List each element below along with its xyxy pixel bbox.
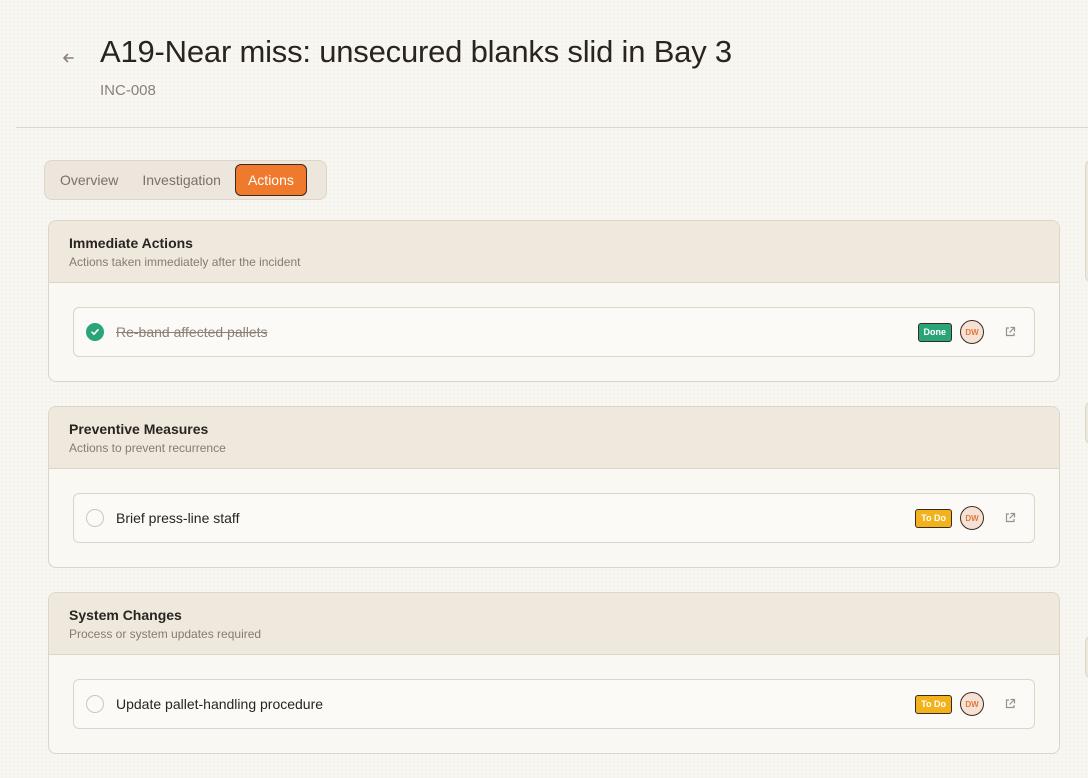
tab-bar: Overview Investigation Actions: [44, 160, 327, 200]
completion-checkbox[interactable]: [86, 509, 104, 527]
section-header: Preventive Measures Actions to prevent r…: [49, 407, 1059, 469]
action-label: Update pallet-handling procedure: [116, 696, 324, 712]
section-description: Process or system updates required: [69, 627, 262, 641]
action-item[interactable]: Re-band affected pallets Done DW: [73, 307, 1035, 357]
completion-checkbox[interactable]: [86, 695, 104, 713]
page-header: A19-Near miss: unsecured blanks slid in …: [16, 0, 1088, 128]
section-header: System Changes Process or system updates…: [49, 593, 1059, 655]
external-link-icon: [1005, 326, 1016, 337]
action-label: Re-band affected pallets: [116, 324, 268, 340]
section-header: Immediate Actions Actions taken immediat…: [49, 221, 1059, 283]
external-link-icon: [1005, 698, 1016, 709]
section-title: Preventive Measures: [69, 421, 209, 437]
status-badge[interactable]: To Do: [915, 694, 952, 714]
status-badge[interactable]: To Do: [915, 508, 952, 528]
completion-checkbox[interactable]: [86, 323, 104, 341]
section-description: Actions taken immediately after the inci…: [69, 255, 301, 269]
assignee-avatar[interactable]: DW: [960, 692, 984, 716]
arrow-left-icon: [63, 53, 74, 63]
section-title: System Changes: [69, 607, 182, 623]
assignee-avatar[interactable]: DW: [960, 320, 984, 344]
back-button[interactable]: [56, 46, 80, 70]
status-badge[interactable]: Done: [917, 322, 952, 342]
section-system-changes: System Changes Process or system updates…: [48, 592, 1060, 754]
open-action-button[interactable]: [998, 506, 1022, 530]
section-immediate-actions: Immediate Actions Actions taken immediat…: [48, 220, 1060, 382]
check-icon: [91, 329, 99, 335]
section-title: Immediate Actions: [69, 235, 193, 251]
incident-id: INC-008: [100, 82, 156, 99]
section-preventive-measures: Preventive Measures Actions to prevent r…: [48, 406, 1060, 568]
action-label: Brief press-line staff: [116, 510, 240, 526]
section-description: Actions to prevent recurrence: [69, 441, 226, 455]
tab-overview[interactable]: Overview: [48, 164, 130, 196]
external-link-icon: [1005, 512, 1016, 523]
action-item[interactable]: Brief press-line staff To Do DW: [73, 493, 1035, 543]
tab-actions[interactable]: Actions: [234, 164, 307, 196]
page-title: A19-Near miss: unsecured blanks slid in …: [100, 34, 732, 69]
open-action-button[interactable]: [998, 320, 1022, 344]
open-action-button[interactable]: [998, 692, 1022, 716]
tab-investigation[interactable]: Investigation: [130, 164, 233, 196]
assignee-avatar[interactable]: DW: [960, 506, 984, 530]
action-item[interactable]: Update pallet-handling procedure To Do D…: [73, 679, 1035, 729]
